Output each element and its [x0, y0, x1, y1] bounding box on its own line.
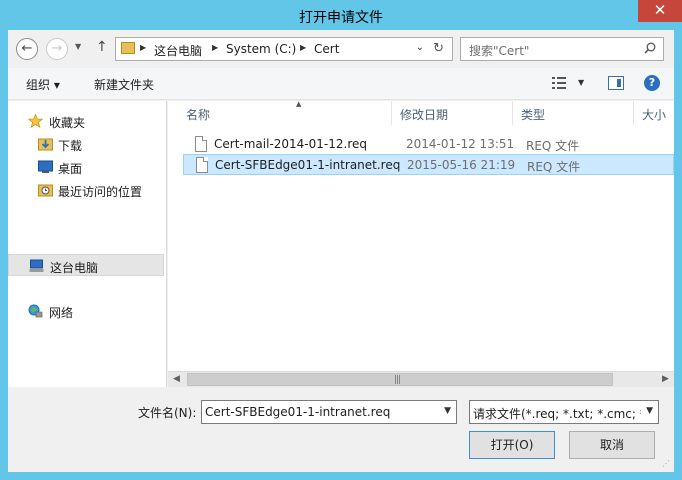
file-icon: [195, 136, 207, 152]
title-bar[interactable]: 打开申请文件 ✕: [0, 0, 682, 30]
folder-icon: [121, 42, 135, 54]
refresh-icon[interactable]: ↻: [433, 41, 444, 56]
help-icon[interactable]: ?: [644, 75, 660, 91]
column-header-size[interactable]: 大小: [634, 101, 674, 125]
address-bar[interactable]: ▶ 这台电脑 ▶ System (C:) ▶ Cert ⌄ ↻: [115, 37, 453, 61]
scroll-thumb[interactable]: |||: [187, 373, 613, 386]
breadcrumb-system-c[interactable]: System (C:): [226, 42, 296, 56]
resize-grip-icon[interactable]: ⋰: [662, 459, 670, 468]
sidebar-item-favorites[interactable]: 收藏夹: [8, 110, 164, 132]
window-title: 打开申请文件: [299, 10, 383, 26]
star-icon: [28, 114, 43, 128]
search-placeholder: 搜索"Cert": [469, 44, 530, 58]
sidebar-item-label: 下载: [58, 139, 83, 153]
recent-locations-dropdown-icon[interactable]: ▼: [75, 42, 81, 51]
file-date: 2015-05-16 21:19: [407, 158, 516, 172]
desktop-icon: [38, 160, 53, 173]
breadcrumb-separator-icon[interactable]: ▶: [140, 43, 146, 52]
pane-splitter[interactable]: [166, 101, 167, 387]
column-header-date-modified[interactable]: 修改日期: [392, 101, 512, 125]
filename-value[interactable]: Cert-SFBEdge01-1-intranet.req: [205, 405, 390, 419]
file-type-filter[interactable]: 请求文件(*.req; *.txt; *.cmc; *.c ▼: [469, 400, 659, 424]
breadcrumb-separator-icon[interactable]: ▶: [300, 43, 306, 52]
file-name: Cert-SFBEdge01-1-intranet.req: [215, 158, 401, 172]
cancel-button[interactable]: 取消: [569, 431, 655, 459]
file-type: REQ 文件: [527, 160, 581, 174]
breadcrumb-separator-icon[interactable]: ▶: [212, 43, 218, 52]
open-button[interactable]: 打开(O): [469, 431, 555, 459]
up-button[interactable]: ↑: [96, 39, 108, 55]
file-type: REQ 文件: [526, 139, 580, 153]
sidebar-item-network[interactable]: 网络: [8, 300, 164, 322]
sidebar-item-label: 网络: [49, 306, 74, 320]
forward-button[interactable]: →: [46, 38, 68, 60]
file-icon: [196, 157, 208, 173]
file-row[interactable]: Cert-mail-2014-01-12.req 2014-01-12 13:5…: [183, 134, 674, 155]
sort-ascending-icon: ▲: [296, 100, 302, 108]
back-button[interactable]: ←: [16, 38, 38, 60]
download-folder-icon: [38, 138, 53, 151]
horizontal-scrollbar[interactable]: ◀ ||| ▶: [168, 371, 674, 387]
sidebar-item-label: 收藏夹: [49, 116, 86, 130]
sidebar-item-this-pc[interactable]: 这台电脑: [8, 254, 164, 276]
column-header-type[interactable]: 类型: [513, 101, 633, 125]
column-header-name[interactable]: 名称 ▲: [178, 100, 391, 125]
sidebar-item-downloads[interactable]: 下载: [8, 133, 164, 155]
computer-icon: [29, 259, 44, 272]
breadcrumb-this-pc[interactable]: 这台电脑: [154, 42, 202, 59]
chevron-down-icon[interactable]: ▼: [646, 406, 653, 416]
filename-combobox[interactable]: Cert-SFBEdge01-1-intranet.req ▼: [201, 400, 457, 424]
preview-pane-icon[interactable]: [608, 76, 624, 90]
sidebar-item-desktop[interactable]: 桌面: [8, 156, 164, 178]
file-name: Cert-mail-2014-01-12.req: [214, 137, 367, 151]
sidebar-item-label: 桌面: [58, 162, 83, 176]
scroll-right-icon[interactable]: ▶: [657, 372, 674, 388]
grip-icon: |||: [394, 375, 401, 385]
close-button[interactable]: ✕: [638, 0, 682, 22]
column-header-label: 名称: [186, 108, 211, 122]
organize-menu[interactable]: 组织 ▾: [26, 76, 60, 93]
file-list: 名称 ▲ 修改日期 类型 大小 Cert-mail-2014-01-12.req…: [168, 100, 674, 387]
navigation-bar: ← → ▼ ↑ ▶ 这台电脑 ▶ System (C:) ▶ Cert ⌄ ↻ …: [8, 30, 674, 68]
filter-value: 请求文件(*.req; *.txt; *.cmc; *.c: [473, 407, 641, 421]
scroll-left-icon[interactable]: ◀: [168, 372, 185, 388]
address-history-dropdown-icon[interactable]: ⌄: [416, 42, 424, 53]
dialog-body: ← → ▼ ↑ ▶ 这台电脑 ▶ System (C:) ▶ Cert ⌄ ↻ …: [8, 30, 674, 472]
sidebar-item-label: 这台电脑: [50, 261, 99, 275]
open-file-dialog: 打开申请文件 ✕ ← → ▼ ↑ ▶ 这台电脑 ▶ System (C:) ▶ …: [0, 0, 682, 480]
filename-label: 文件名(N):: [138, 406, 197, 420]
chevron-down-icon[interactable]: ▼: [444, 406, 451, 416]
view-options-dropdown-icon[interactable]: ▼: [578, 78, 584, 87]
view-options-icon[interactable]: [552, 77, 566, 89]
navigation-pane: 收藏夹 下载 桌面 最近访问的位置 这台电脑 网络: [8, 101, 166, 387]
network-icon: [28, 304, 43, 318]
command-toolbar: 组织 ▾ 新建文件夹 ▼ ?: [8, 68, 674, 100]
sidebar-item-recent-places[interactable]: 最近访问的位置: [8, 179, 164, 201]
file-row-selected[interactable]: Cert-SFBEdge01-1-intranet.req 2015-05-16…: [183, 154, 674, 175]
file-date: 2014-01-12 13:51: [406, 137, 515, 151]
recent-places-icon: [38, 184, 53, 197]
search-icon[interactable]: [644, 42, 656, 54]
new-folder-button[interactable]: 新建文件夹: [94, 76, 154, 93]
sidebar-item-label: 最近访问的位置: [58, 185, 143, 199]
breadcrumb-cert[interactable]: Cert: [314, 42, 339, 56]
search-input[interactable]: 搜索"Cert": [460, 37, 664, 61]
